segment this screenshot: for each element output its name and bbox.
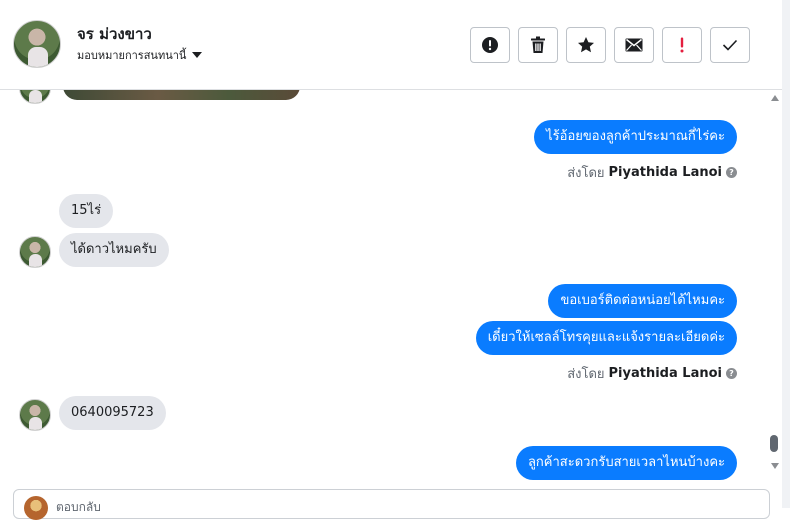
checkmark-icon — [722, 39, 738, 51]
exclamation-icon — [680, 37, 684, 53]
contact-name[interactable]: จร ม่วงขาว — [77, 22, 152, 46]
thread-scrollbar[interactable] — [768, 90, 782, 480]
shared-photo[interactable] — [63, 90, 300, 100]
window-edge — [782, 0, 790, 508]
info-icon[interactable]: ? — [726, 167, 737, 178]
star-icon — [578, 37, 594, 53]
conversation-toolbar — [470, 27, 750, 63]
incoming-message[interactable]: 15ไร่ — [59, 194, 114, 228]
contact-avatar-small — [19, 399, 51, 431]
info-icon[interactable]: ? — [726, 368, 737, 379]
page-avatar — [24, 496, 48, 520]
caret-down-icon — [192, 52, 203, 58]
scroll-thumb[interactable] — [770, 435, 778, 452]
sent-by-label: ส่งโดย Piyathida Lanoi ? — [567, 363, 737, 384]
contact-avatar-small — [19, 236, 51, 268]
sent-by-agent[interactable]: Piyathida Lanoi — [609, 366, 722, 381]
reply-composer[interactable]: ตอบกลับ — [13, 489, 770, 520]
outgoing-message[interactable]: เดี๋ยวให้เซลล์โทรคุยและแจ้งรายละเอียดค่ะ — [475, 321, 737, 355]
message-thread[interactable]: ไร้อ้อยของลูกค้าประมาณกี่ไร่คะ ส่งโดย Pi… — [0, 90, 768, 480]
outgoing-message[interactable]: ขอเบอร์ติดต่อหน่อยได้ไหมคะ — [548, 284, 737, 318]
contact-avatar[interactable] — [13, 20, 61, 68]
sent-by-label: ส่งโดย Piyathida Lanoi ? — [567, 162, 737, 183]
outgoing-message[interactable]: ลูกค้าสะดวกรับสายเวลาไหนบ้างคะ — [515, 446, 737, 480]
sent-by-agent[interactable]: Piyathida Lanoi — [609, 165, 722, 180]
envelope-icon — [625, 38, 643, 52]
assign-label: มอบหมายการสนทนานี้ — [77, 49, 187, 62]
sent-by-prefix: ส่งโดย — [567, 166, 605, 181]
spam-button[interactable] — [470, 27, 510, 63]
scroll-up-arrow-icon[interactable] — [771, 95, 779, 101]
incoming-message[interactable]: ได้ดาวไหมครับ — [59, 233, 169, 267]
outgoing-message[interactable]: ไร้อ้อยของลูกค้าประมาณกี่ไร่คะ — [534, 120, 737, 154]
delete-button[interactable] — [518, 27, 558, 63]
mark-done-button[interactable] — [710, 27, 750, 63]
conversation-header: จร ม่วงขาว มอบหมายการสนทนานี้ — [0, 0, 782, 90]
contact-avatar-small — [19, 90, 51, 104]
follow-up-button[interactable] — [662, 27, 702, 63]
scroll-down-arrow-icon[interactable] — [771, 463, 779, 469]
exclamation-circle-icon — [482, 37, 498, 53]
mark-unread-button[interactable] — [614, 27, 654, 63]
assign-conversation-dropdown[interactable]: มอบหมายการสนทนานี้ — [77, 46, 203, 64]
star-button[interactable] — [566, 27, 606, 63]
sent-by-prefix: ส่งโดย — [567, 367, 605, 382]
trash-icon — [531, 36, 545, 53]
incoming-message[interactable]: 0640095723 — [59, 396, 166, 430]
